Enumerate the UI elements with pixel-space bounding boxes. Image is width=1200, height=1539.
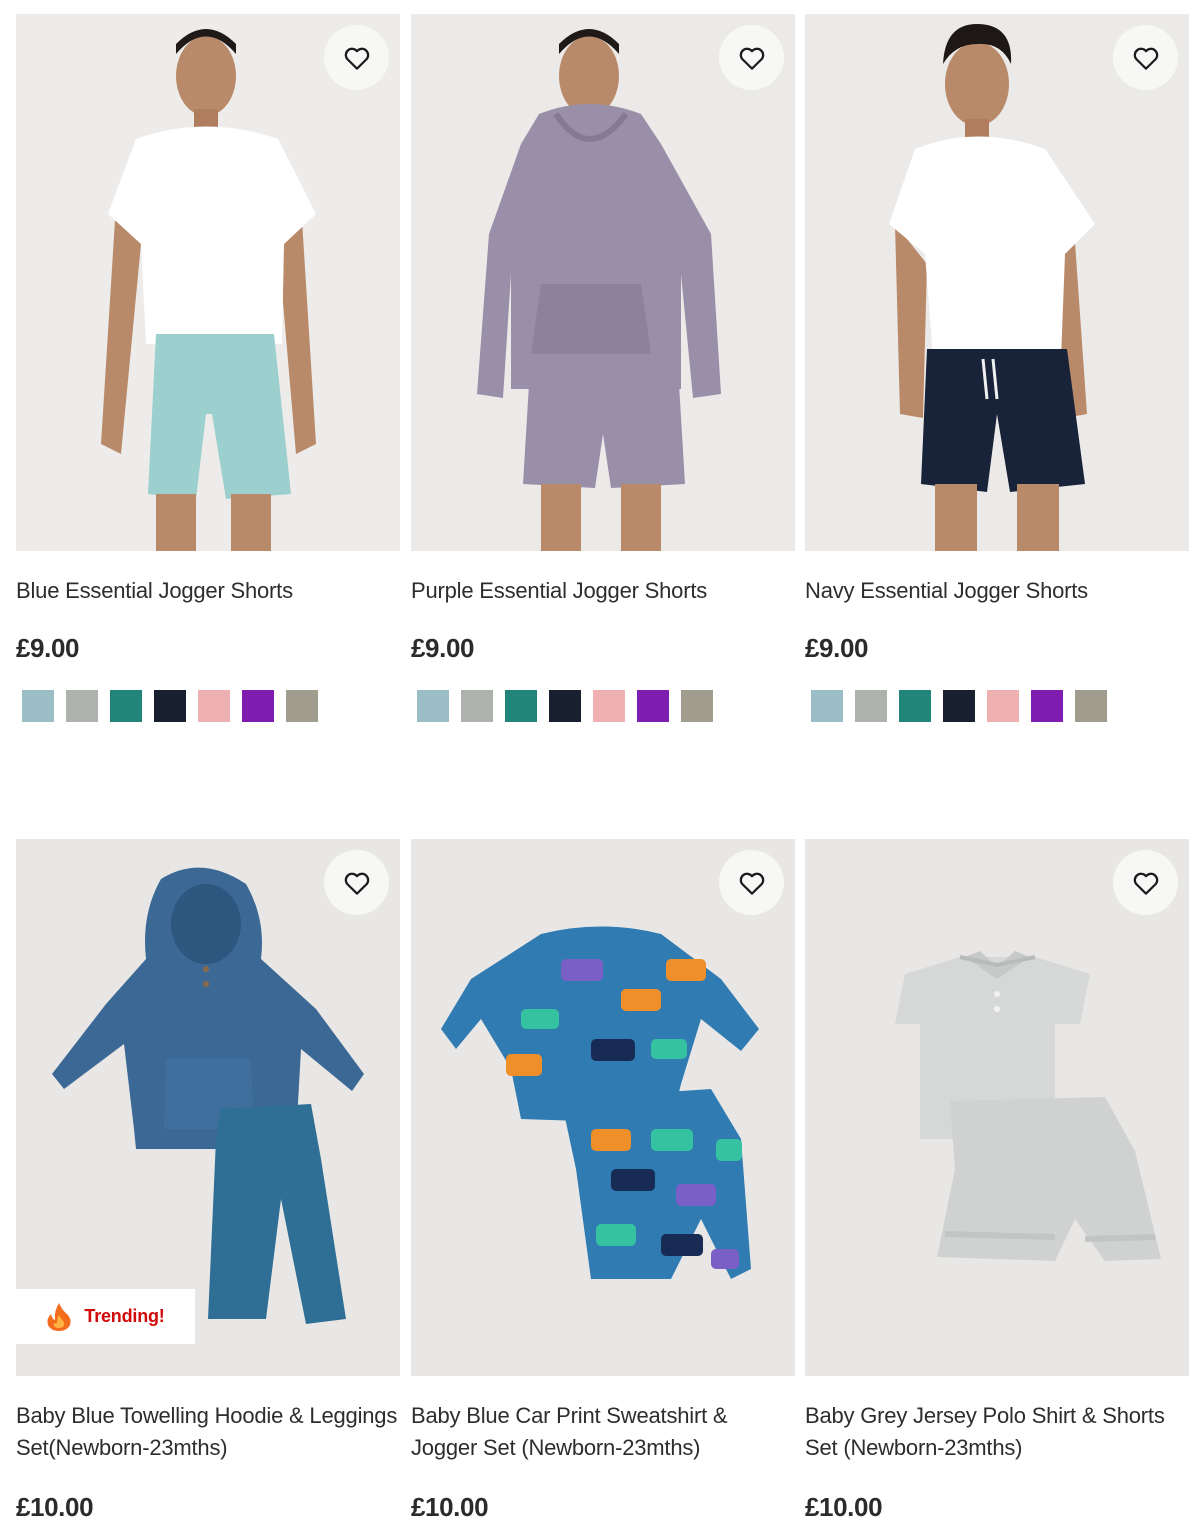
product-image[interactable] [411, 14, 795, 551]
colour-swatch[interactable] [461, 690, 493, 722]
product-price: £10.00 [805, 1492, 883, 1522]
heart-outline-icon [1133, 47, 1158, 70]
colour-swatches [22, 690, 400, 722]
colour-swatch[interactable] [1031, 690, 1063, 722]
heart-outline-icon [739, 872, 764, 895]
colour-swatch[interactable] [242, 690, 274, 722]
product-title[interactable]: Baby Blue Towelling Hoodie & Leggings Se… [16, 1400, 400, 1464]
colour-swatch[interactable] [681, 690, 713, 722]
colour-swatch[interactable] [811, 690, 843, 722]
colour-swatch[interactable] [549, 690, 581, 722]
heart-outline-icon [344, 47, 369, 70]
colour-swatch[interactable] [987, 690, 1019, 722]
colour-swatch[interactable] [943, 690, 975, 722]
product-image[interactable] [16, 14, 400, 551]
favourite-button[interactable] [1113, 850, 1178, 915]
colour-swatch[interactable] [593, 690, 625, 722]
product-price: £9.00 [411, 633, 475, 663]
product-image[interactable] [411, 839, 795, 1376]
model-photo [16, 14, 400, 551]
badge-label: Trending! [84, 1306, 165, 1326]
product-title[interactable]: Navy Essential Jogger Shorts [805, 575, 1189, 607]
product-title[interactable]: Baby Grey Jersey Polo Shirt & Shorts Set… [805, 1400, 1189, 1464]
heart-outline-icon [739, 47, 764, 70]
favourite-button[interactable] [719, 25, 784, 90]
product-image[interactable]: Trending! [16, 839, 400, 1376]
favourite-button[interactable] [719, 850, 784, 915]
colour-swatches [811, 690, 1189, 722]
product-title[interactable]: Purple Essential Jogger Shorts [411, 575, 795, 607]
colour-swatch[interactable] [505, 690, 537, 722]
model-photo [411, 14, 795, 551]
product-photo [805, 839, 1189, 1376]
colour-swatch[interactable] [1075, 690, 1107, 722]
product-image[interactable] [805, 839, 1189, 1376]
product-card[interactable]: Blue Essential Jogger Shorts £9.00 [16, 14, 400, 722]
colour-swatch[interactable] [110, 690, 142, 722]
product-card[interactable]: Purple Essential Jogger Shorts £9.00 [411, 14, 795, 722]
model-photo [805, 14, 1189, 551]
colour-swatch[interactable] [66, 690, 98, 722]
product-card[interactable]: Navy Essential Jogger Shorts £9.00 [805, 14, 1189, 722]
colour-swatch[interactable] [637, 690, 669, 722]
colour-swatch[interactable] [286, 690, 318, 722]
product-title[interactable]: Baby Blue Car Print Sweatshirt & Jogger … [411, 1400, 795, 1464]
product-price: £9.00 [16, 633, 80, 663]
heart-outline-icon [1133, 872, 1158, 895]
product-photo [411, 839, 795, 1376]
colour-swatch[interactable] [855, 690, 887, 722]
flame-icon [47, 1302, 71, 1331]
heart-outline-icon [344, 872, 369, 895]
product-card[interactable]: Baby Grey Jersey Polo Shirt & Shorts Set… [805, 839, 1189, 1523]
colour-swatch[interactable] [154, 690, 186, 722]
trending-badge: Trending! [16, 1289, 195, 1344]
colour-swatch[interactable] [899, 690, 931, 722]
product-price: £9.00 [805, 633, 869, 663]
colour-swatch[interactable] [22, 690, 54, 722]
favourite-button[interactable] [324, 850, 389, 915]
colour-swatches [417, 690, 795, 722]
favourite-button[interactable] [1113, 25, 1178, 90]
colour-swatch[interactable] [198, 690, 230, 722]
product-card[interactable]: Trending! Baby Blue Towelling Hoodie & L… [16, 839, 400, 1523]
product-card[interactable]: Baby Blue Car Print Sweatshirt & Jogger … [411, 839, 795, 1523]
product-price: £10.00 [16, 1492, 94, 1522]
favourite-button[interactable] [324, 25, 389, 90]
product-image[interactable] [805, 14, 1189, 551]
product-title[interactable]: Blue Essential Jogger Shorts [16, 575, 400, 607]
product-price: £10.00 [411, 1492, 489, 1522]
colour-swatch[interactable] [417, 690, 449, 722]
